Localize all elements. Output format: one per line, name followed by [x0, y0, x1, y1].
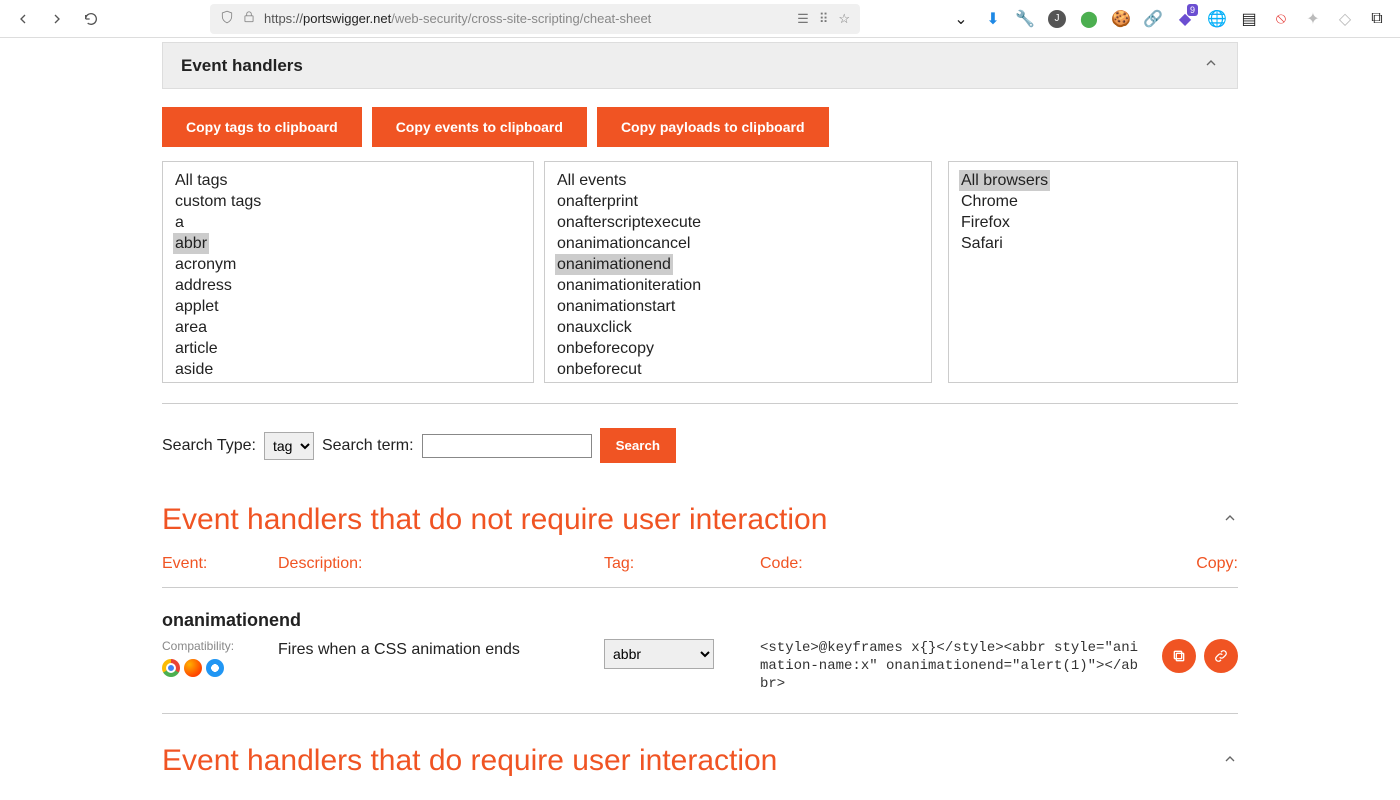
list-item[interactable]: Firefox — [959, 212, 1012, 233]
extension-badge-icon[interactable]: ◆9 — [1176, 10, 1194, 28]
translate2-icon[interactable]: 🌐 — [1208, 10, 1226, 28]
result-description: Fires when a CSS animation ends — [278, 639, 604, 693]
safari-icon — [206, 659, 224, 677]
profile-icon[interactable]: J — [1048, 10, 1066, 28]
col-description: Description: — [278, 555, 604, 573]
list-item[interactable]: onbeforecopy — [555, 338, 656, 359]
copy-link-button[interactable] — [1204, 639, 1238, 673]
reader-icon[interactable]: ☰ — [797, 11, 809, 27]
copy-tags-button[interactable]: Copy tags to clipboard — [162, 107, 362, 147]
url-text: https://portswigger.net/web-security/cro… — [264, 11, 651, 26]
result-tag-select[interactable]: abbr — [604, 639, 714, 669]
list-item[interactable]: onanimationcancel — [555, 233, 692, 254]
list-item[interactable]: applet — [173, 296, 221, 317]
heading-no-interaction: Event handlers that do not require user … — [162, 473, 1238, 555]
list-item[interactable]: abbr — [173, 233, 209, 254]
section-title: Event handlers — [181, 56, 303, 76]
list-item[interactable]: Safari — [959, 233, 1005, 254]
shield-icon — [220, 10, 234, 27]
pocket-icon[interactable]: ⌄ — [952, 10, 970, 28]
translate-icon[interactable]: ⠿ — [819, 11, 829, 27]
link-icon[interactable]: 🔗 — [1144, 10, 1162, 28]
list-item[interactable]: All events — [555, 170, 628, 191]
copy-code-button[interactable] — [1162, 639, 1196, 673]
collapse-icon[interactable] — [1222, 510, 1238, 531]
list-item[interactable]: onanimationstart — [555, 296, 677, 317]
puzzle-icon[interactable]: ✦ — [1304, 10, 1322, 28]
list-item[interactable]: onafterprint — [555, 191, 640, 212]
list-item[interactable]: onbeforecut — [555, 359, 644, 380]
browsers-list[interactable]: All browsersChromeFirefoxSafari — [948, 161, 1238, 383]
collapse-icon[interactable] — [1222, 751, 1238, 772]
url-bar[interactable]: https://portswigger.net/web-security/cro… — [210, 4, 860, 34]
search-term-label: Search term: — [322, 437, 414, 455]
tags-list[interactable]: All tagscustom tagsaabbracronymaddressap… — [162, 161, 534, 383]
list-item[interactable]: address — [173, 275, 234, 296]
list-item[interactable]: onanimationend — [555, 254, 673, 275]
section-header[interactable]: Event handlers — [162, 42, 1238, 89]
browser-toolbar: https://portswigger.net/web-security/cro… — [0, 0, 1400, 38]
ext-green-icon[interactable]: ⬤ — [1080, 10, 1098, 28]
search-term-input[interactable] — [422, 434, 592, 458]
forward-button[interactable] — [42, 5, 72, 33]
collapse-icon[interactable] — [1203, 55, 1219, 76]
bookmark-star-icon[interactable]: ☆ — [838, 11, 850, 27]
cookie-icon[interactable]: 🍪 — [1112, 10, 1130, 28]
list-item[interactable]: acronym — [173, 254, 238, 275]
heading-with-interaction: Event handlers that do require user inte… — [162, 714, 1238, 796]
noscript-icon[interactable]: ⦸ — [1272, 10, 1290, 28]
list-item[interactable]: Chrome — [959, 191, 1020, 212]
search-type-select[interactable]: tag — [264, 432, 314, 460]
compat-label: Compatibility: — [162, 639, 278, 653]
firefox-icon — [184, 659, 202, 677]
list-item[interactable]: All browsers — [959, 170, 1050, 191]
list-item[interactable]: All tags — [173, 170, 229, 191]
list-item[interactable]: onanimationiteration — [555, 275, 703, 296]
list-item[interactable]: a — [173, 212, 186, 233]
search-button[interactable]: Search — [600, 428, 676, 463]
events-list[interactable]: All eventsonafterprintonafterscriptexecu… — [544, 161, 932, 383]
column-headers: Event: Description: Tag: Code: Copy: — [162, 555, 1238, 588]
copy-events-button[interactable]: Copy events to clipboard — [372, 107, 587, 147]
extension-toolbar: ⌄ ⬇ 🔧 J ⬤ 🍪 🔗 ◆9 🌐 ▤ ⦸ ✦ ◇ ⧉ — [952, 10, 1392, 28]
notes-icon[interactable]: ▤ — [1240, 10, 1258, 28]
result-row: Compatibility: Fires when a CSS animatio… — [162, 639, 1238, 714]
col-copy: Copy: — [1178, 555, 1238, 573]
col-event: Event: — [162, 555, 278, 573]
search-type-label: Search Type: — [162, 437, 256, 455]
reload-button[interactable] — [76, 5, 106, 33]
chrome-icon — [162, 659, 180, 677]
list-item[interactable]: custom tags — [173, 191, 263, 212]
lock-icon — [242, 10, 256, 27]
download-icon[interactable]: ⬇ — [984, 10, 1002, 28]
list-item[interactable]: area — [173, 317, 209, 338]
col-tag: Tag: — [604, 555, 760, 573]
extensions-icon[interactable]: ⧉ — [1368, 10, 1386, 28]
back-button[interactable] — [8, 5, 38, 33]
result-code: <style>@keyframes x{}</style><abbr style… — [760, 639, 1162, 693]
ext-diamond-icon[interactable]: ◇ — [1336, 10, 1354, 28]
col-code: Code: — [760, 555, 1178, 573]
wrench-icon[interactable]: 🔧 — [1016, 10, 1034, 28]
list-item[interactable]: aside — [173, 359, 215, 380]
list-item[interactable]: article — [173, 338, 220, 359]
list-item[interactable]: onauxclick — [555, 317, 634, 338]
result-event-name: onanimationend — [162, 588, 1238, 639]
list-item[interactable]: onafterscriptexecute — [555, 212, 703, 233]
copy-payloads-button[interactable]: Copy payloads to clipboard — [597, 107, 829, 147]
